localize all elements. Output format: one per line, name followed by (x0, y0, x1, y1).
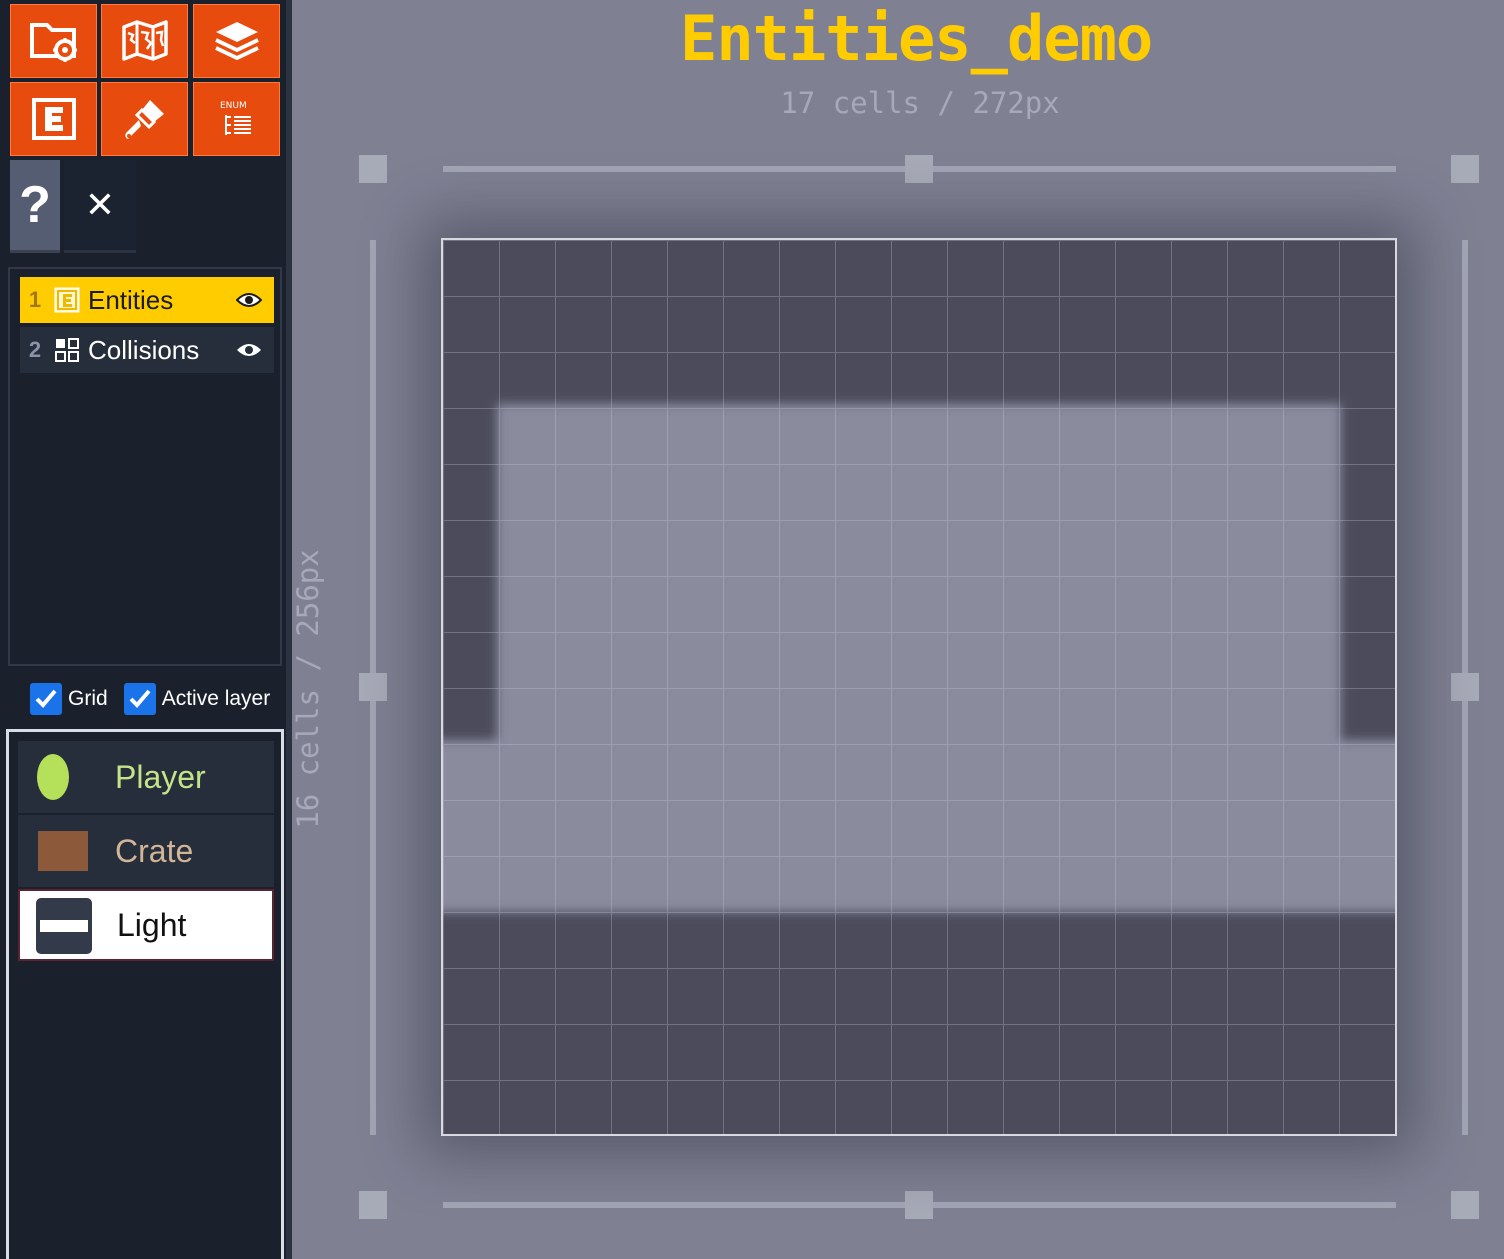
resize-handle-bottom-left[interactable] (359, 1191, 387, 1219)
close-button[interactable]: ✕ (64, 160, 136, 253)
resize-handle-top-right[interactable] (1451, 155, 1479, 183)
level-canvas[interactable] (441, 238, 1397, 1136)
layers-button[interactable] (193, 4, 280, 78)
layer-item-entities[interactable]: 1 Entities (20, 277, 274, 323)
entity-name: Crate (115, 832, 194, 869)
ellipse-icon (36, 753, 70, 805)
entity-item-crate[interactable]: Crate (18, 815, 274, 887)
eye-icon[interactable] (234, 292, 264, 308)
resize-handle-bottom[interactable] (905, 1191, 933, 1219)
eye-icon[interactable] (234, 342, 264, 358)
layer-index: 1 (28, 287, 42, 312)
light-bar-icon (36, 898, 92, 958)
level-height-label: 16 cells / 256px (291, 549, 325, 829)
active-layer-checkbox[interactable] (123, 683, 156, 715)
help-button[interactable]: ? (10, 160, 60, 253)
layers-icon (212, 19, 262, 63)
layer-name: Entities (88, 284, 174, 315)
project-settings-button[interactable] (10, 4, 97, 78)
resize-handle-left[interactable] (359, 673, 387, 701)
resize-handle-top-left[interactable] (359, 155, 387, 183)
entity-name: Player (115, 758, 206, 795)
brush-icon (120, 94, 170, 144)
entity-item-player[interactable]: Player (18, 741, 274, 813)
layer-index: 2 (28, 337, 42, 362)
resize-handle-top[interactable] (905, 155, 933, 183)
tilesets-button[interactable] (101, 82, 188, 156)
layers-list: 1 Entities 2 Collisions (8, 267, 282, 666)
layer-item-collisions[interactable]: 2 Collisions (20, 327, 274, 373)
entities-button[interactable] (10, 82, 97, 156)
help-label: ? (19, 176, 51, 234)
square-icon (38, 831, 88, 875)
active-layer-label: Active layer (161, 687, 271, 710)
resize-handle-bottom-right[interactable] (1451, 1191, 1479, 1219)
entity-name: Light (117, 906, 187, 943)
enum-list-icon: ENUM (215, 97, 259, 141)
folder-gear-icon (29, 19, 79, 63)
enums-button[interactable]: ENUM (193, 82, 280, 156)
resize-handle-right[interactable] (1451, 673, 1479, 701)
grid-label: Grid (68, 687, 108, 710)
close-icon: ✕ (84, 184, 116, 226)
grid-overlay (443, 240, 1395, 1134)
world-map-button[interactable] (101, 4, 188, 78)
level-width-label: 17 cells / 272px (780, 86, 1060, 120)
grid-checkbox[interactable] (30, 683, 62, 715)
view-options: Grid Active layer (30, 682, 270, 716)
entity-palette: Player Crate Light (6, 729, 284, 1259)
map-icon (121, 19, 169, 63)
level-title: Entities_demo (680, 2, 1153, 75)
entity-e-icon (54, 287, 80, 313)
entity-item-light[interactable]: Light (18, 889, 274, 961)
layer-name: Collisions (88, 334, 200, 365)
svg-text:ENUM: ENUM (220, 101, 247, 111)
grid-icon (54, 337, 80, 363)
entity-e-icon (31, 97, 77, 141)
